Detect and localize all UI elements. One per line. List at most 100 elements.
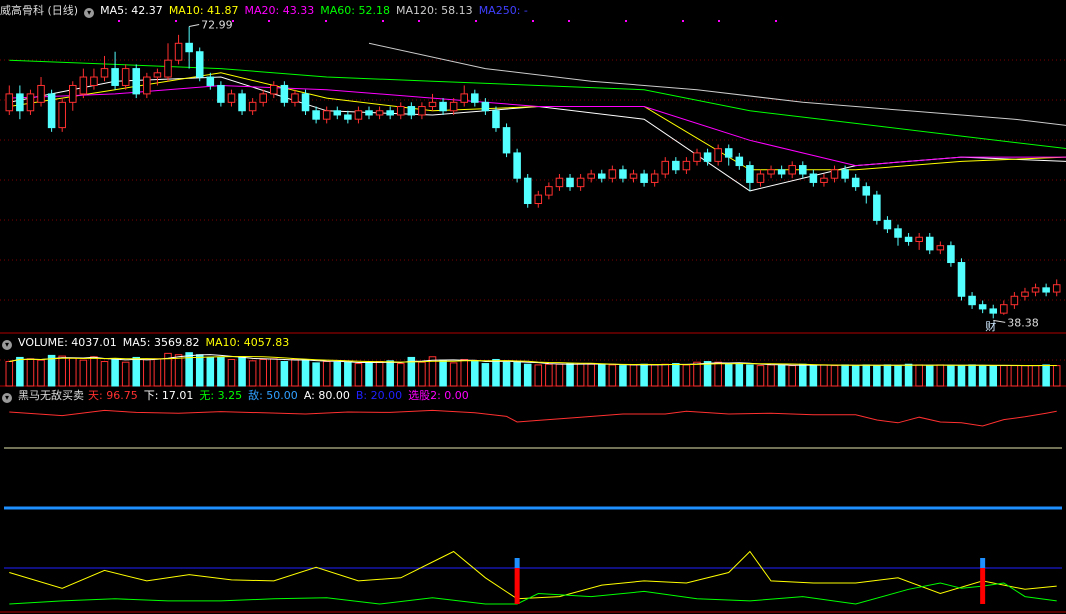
candle-down [280, 84, 289, 103]
ma-label-2: MA20: 43.33 [244, 4, 315, 17]
volume-bar-up [418, 361, 426, 387]
signal-dot [418, 20, 420, 22]
volume-bar-down [978, 365, 987, 387]
indicator-line-tian [9, 409, 1057, 427]
volume-bar-down [799, 363, 807, 387]
indicator-label-2: 无: 3.25 [199, 389, 243, 402]
volume-bar-down [640, 363, 648, 387]
candle-down [301, 93, 310, 112]
volume-bar-up [587, 363, 595, 387]
volume-bar-down [841, 364, 849, 387]
ma-label-4: MA120: 58.13 [395, 4, 473, 17]
candle-down [217, 84, 225, 103]
signal-dot [718, 20, 720, 22]
candle-up [1010, 295, 1019, 306]
volume-bar-down [439, 359, 447, 387]
candle-down [238, 93, 246, 112]
candle-down [883, 219, 892, 230]
volume-bar-down [312, 362, 320, 387]
indicator-label-5: B: 20.00 [355, 389, 403, 402]
volume-bar-down [492, 358, 500, 387]
candle-down [894, 228, 902, 238]
volume-bar-up [227, 358, 236, 387]
volume-bar-up [291, 358, 299, 387]
volume-bar-down [386, 360, 394, 387]
volume-bar-up [682, 364, 691, 387]
candle-up [58, 101, 66, 129]
collapse-icon[interactable]: ▾ [2, 393, 12, 403]
candle-up [121, 68, 130, 86]
candle-up [830, 169, 839, 179]
volume-bar-up [5, 361, 14, 387]
candle-down [344, 114, 352, 120]
candle-down [492, 110, 500, 129]
candle-up [354, 110, 363, 120]
indicator-label-6: 选股2: 0.00 [408, 389, 469, 402]
candle-down [16, 93, 24, 112]
candle-down [957, 262, 966, 297]
candle-up [555, 177, 564, 188]
buy-signal-bar [514, 568, 520, 604]
candle-up [534, 194, 543, 205]
candle-up [915, 236, 923, 242]
candle-up [682, 160, 691, 171]
volume-bar-down [365, 362, 373, 387]
candle-down [185, 42, 193, 53]
candle-up [396, 106, 405, 116]
volume-bar-down [947, 365, 955, 387]
candle-down [724, 148, 733, 158]
candle-down [904, 236, 913, 242]
collapse-icon[interactable]: ▾ [2, 340, 12, 350]
volume-bar-up [714, 361, 722, 387]
signal-dot [775, 20, 777, 22]
volume-bar-down [597, 364, 606, 387]
volume-bar-up [396, 363, 405, 387]
volume-bar-down [217, 356, 225, 387]
volume-bar-up [174, 354, 183, 387]
candle-up [693, 152, 701, 162]
low-price-label: 38.38 [1007, 316, 1039, 329]
candle-down [365, 110, 373, 116]
volume-bar-up [449, 362, 458, 387]
indicator-label-4: A: 80.00 [303, 389, 350, 402]
volume-bar-up [555, 363, 564, 387]
volume-bar-down [703, 361, 712, 387]
volume-bar-up [143, 358, 151, 387]
volume-bar-up [576, 363, 585, 387]
volume-bar-down [132, 356, 141, 387]
volume-legend-items: VOLUME: 4037.01 MA5: 3569.82 MA10: 4057.83 [18, 336, 295, 349]
candle-down [925, 236, 934, 251]
candle-up [418, 106, 426, 116]
candle-up [375, 110, 384, 116]
candle-down [947, 245, 955, 264]
candle-up [153, 72, 162, 78]
high-pointer [189, 24, 200, 28]
candle-down [989, 308, 998, 314]
signal-dot [625, 20, 627, 22]
signal-dot [325, 20, 327, 22]
indicator-title: 黑马无敌买卖 [18, 389, 84, 402]
candle-down [471, 93, 479, 103]
volume-bar-down [957, 365, 966, 387]
indicator-label-3: 敌: 50.00 [248, 389, 298, 402]
candle-down [735, 156, 744, 167]
candle-up [629, 173, 638, 179]
signal-dot [475, 20, 477, 22]
candle-up [37, 84, 45, 103]
collapse-icon[interactable]: ▾ [84, 8, 95, 18]
candle-down [978, 304, 987, 310]
volume-bar-down [746, 364, 754, 387]
candle-up [545, 186, 553, 196]
volume-bar-up [936, 364, 945, 387]
volume-bar-down [883, 364, 892, 387]
candle-up [460, 93, 469, 103]
volume-bar-down [206, 356, 215, 387]
candle-down [746, 165, 754, 183]
candle-up [788, 165, 796, 175]
volume-bar-up [650, 364, 659, 387]
candle-down [777, 169, 786, 175]
volume-bar-up [830, 365, 839, 387]
chart-canvas: 72.99 38.38 财 [0, 19, 1066, 613]
volume-bar-up [756, 365, 765, 387]
candle-up [576, 177, 585, 188]
